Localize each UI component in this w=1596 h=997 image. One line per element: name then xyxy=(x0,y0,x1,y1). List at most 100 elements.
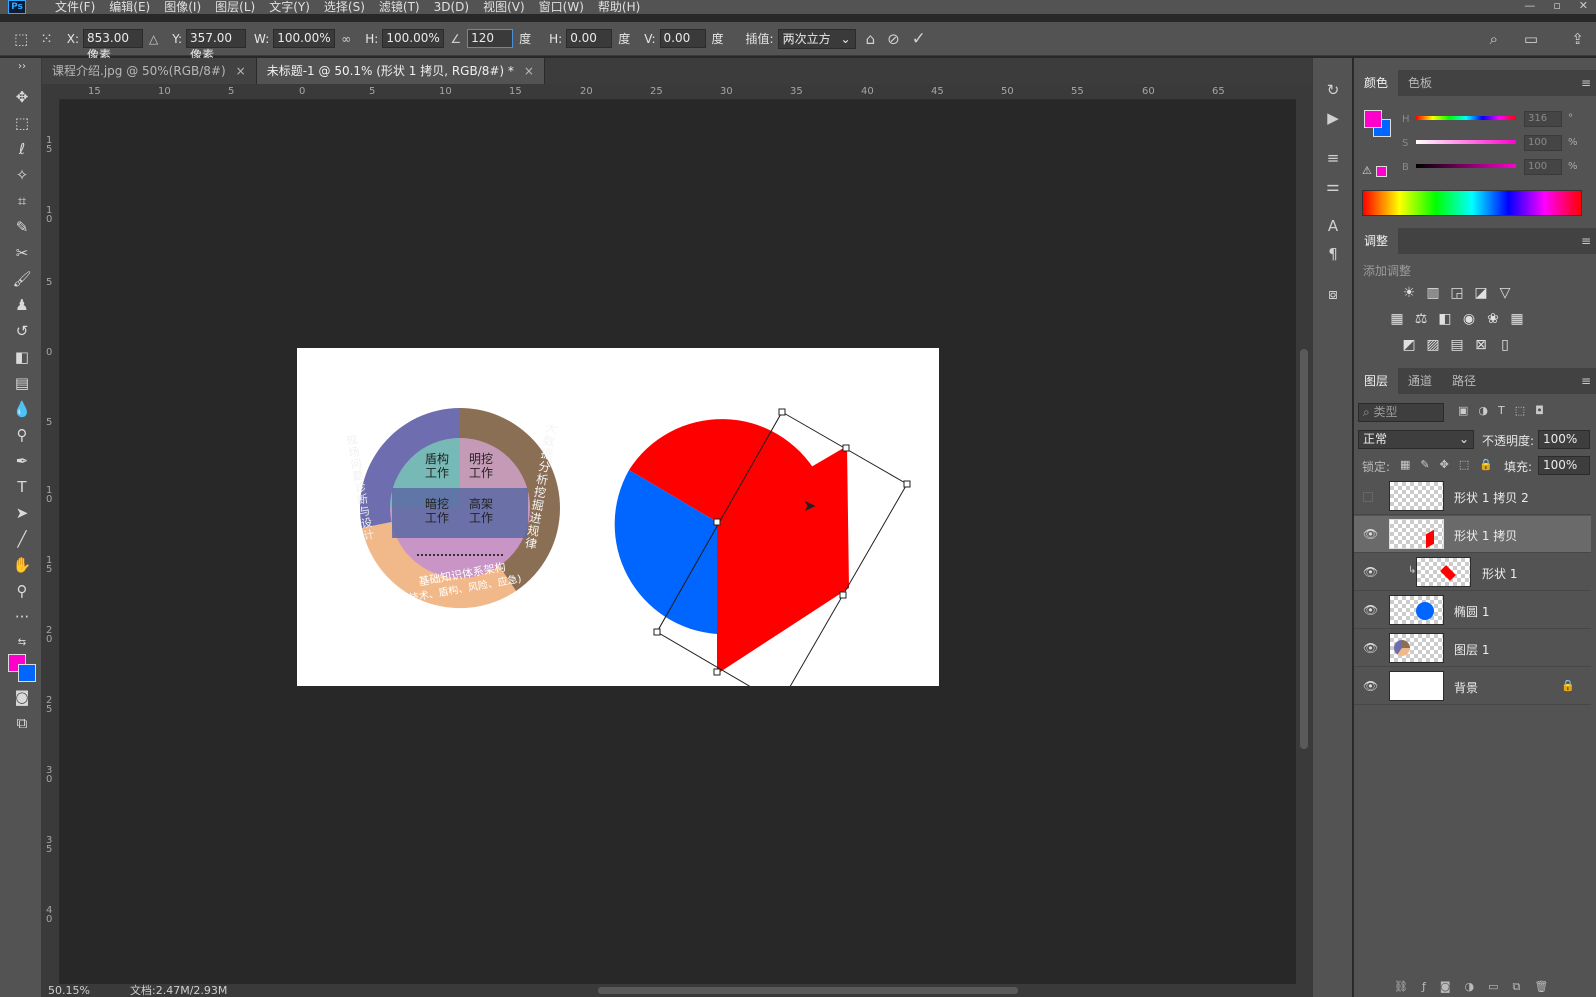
saturation-input[interactable]: 100 xyxy=(1524,135,1562,151)
menu-file[interactable]: 文件(F) xyxy=(48,0,102,14)
background-color-swatch[interactable] xyxy=(18,664,36,682)
line-tool-icon[interactable]: ╱ xyxy=(11,528,33,550)
marquee-tool-icon[interactable]: ⬚ xyxy=(11,112,33,134)
paragraph-icon[interactable]: ¶ xyxy=(1323,244,1343,264)
close-window-button[interactable]: ✕ xyxy=(1579,0,1588,12)
invert-icon[interactable]: ◩ xyxy=(1400,336,1418,354)
path-selection-tool-icon[interactable]: ➤ xyxy=(11,502,33,524)
hskew-input[interactable]: 0.00 xyxy=(566,29,613,48)
hand-tool-icon[interactable]: ✋ xyxy=(11,554,33,576)
brush-tool-icon[interactable]: 🖌 xyxy=(11,268,33,290)
saturation-slider[interactable] xyxy=(1416,140,1516,144)
reference-point-icon[interactable]: ⁙ xyxy=(40,30,53,48)
web-color-swatch[interactable] xyxy=(1376,166,1387,177)
angle-input[interactable]: 120 xyxy=(467,29,514,48)
menu-layer[interactable]: 图层(L) xyxy=(208,0,262,14)
eye-icon[interactable]: 👁 xyxy=(1363,527,1378,541)
panel-menu-icon[interactable]: ≡ xyxy=(1581,368,1591,394)
eyedropper-tool-icon[interactable]: ✎ xyxy=(11,216,33,238)
opacity-input[interactable]: 100% xyxy=(1538,430,1590,449)
healing-brush-tool-icon[interactable]: ✂ xyxy=(11,242,33,264)
menu-filter[interactable]: 滤镜(T) xyxy=(372,0,427,14)
workspace-icon[interactable]: ▭ xyxy=(1524,30,1538,48)
layer-row-shape1[interactable]: 👁 ↳ 形状 1 xyxy=(1354,554,1591,591)
quick-mask-icon[interactable]: ◙ xyxy=(11,686,33,708)
history-brush-tool-icon[interactable]: ↺ xyxy=(11,320,33,342)
photo-filter-icon[interactable]: ◉ xyxy=(1460,310,1478,328)
layer-filter-icons[interactable]: ▣◑T⬚◘ xyxy=(1458,404,1554,417)
character-icon[interactable]: A xyxy=(1323,216,1343,236)
crop-tool-icon[interactable]: ⌗ xyxy=(11,190,33,212)
exposure-icon[interactable]: ◪ xyxy=(1472,284,1490,302)
tab-swatches[interactable]: 色板 xyxy=(1398,70,1442,96)
shape-composition[interactable] xyxy=(614,408,911,708)
vertical-scrollbar[interactable] xyxy=(1296,84,1312,984)
eye-icon[interactable]: 👁 xyxy=(1363,679,1378,693)
warp-mode-icon[interactable]: ⌂ xyxy=(866,30,876,48)
interpolation-select[interactable]: 两次立方 ⌄ xyxy=(777,28,856,49)
tab-adjustments[interactable]: 调整 xyxy=(1354,228,1399,254)
menu-3d[interactable]: 3D(D) xyxy=(427,0,476,14)
vibrance-icon[interactable]: ▽ xyxy=(1496,284,1514,302)
commit-transform-icon[interactable]: ✓ xyxy=(912,29,926,49)
more-tools-icon[interactable]: ··· xyxy=(11,606,33,628)
horizontal-scrollbar-thumb[interactable] xyxy=(598,987,1018,994)
tab-untitled-1[interactable]: 未标题-1 @ 50.1% (形状 1 拷贝, RGB/8#) * × xyxy=(256,58,545,84)
eye-icon[interactable]: 👁 xyxy=(1363,603,1378,617)
layer-row-ellipse1[interactable]: 👁 椭圆 1 xyxy=(1354,592,1591,629)
tab-course-intro[interactable]: 课程介绍.jpg @ 50%(RGB/8#) × xyxy=(42,58,257,84)
layer-row-shape1-copy2[interactable]: 形状 1 拷贝 2 xyxy=(1354,478,1591,515)
tab-channels[interactable]: 通道 xyxy=(1398,368,1442,394)
magic-wand-tool-icon[interactable]: ✧ xyxy=(11,164,33,186)
layer-row-layer1[interactable]: 👁 图层 1 xyxy=(1354,630,1591,667)
actions-play-icon[interactable]: ▶ xyxy=(1323,108,1343,128)
search-icon[interactable]: ⌕ xyxy=(1490,30,1498,48)
history-icon[interactable]: ↻ xyxy=(1323,80,1343,100)
visibility-toggle[interactable] xyxy=(1363,492,1373,502)
dodge-tool-icon[interactable]: ⚲ xyxy=(11,424,33,446)
y-position-input[interactable]: 357.00 像素 xyxy=(186,29,247,62)
layer-row-shape1-copy[interactable]: 👁 形状 1 拷贝 xyxy=(1354,516,1591,553)
color-spectrum[interactable] xyxy=(1362,190,1582,216)
relative-position-icon[interactable]: △ xyxy=(149,32,158,46)
document-canvas[interactable]: 盾构 工作 明挖 工作 暗挖 工作 高架 工作 现场问题诊断与设计 大数据分析挖… xyxy=(297,348,939,708)
scrollbar-thumb[interactable] xyxy=(1300,349,1308,749)
x-position-input[interactable]: 853.00 像素 xyxy=(83,29,144,62)
3d-icon[interactable]: ⧇ xyxy=(1323,284,1343,304)
layer-name[interactable]: 形状 1 拷贝 xyxy=(1454,527,1517,544)
properties-icon[interactable]: ⚌ xyxy=(1323,176,1343,196)
pen-tool-icon[interactable]: ✒ xyxy=(11,450,33,472)
threshold-icon[interactable]: ▤ xyxy=(1448,336,1466,354)
tab-layers[interactable]: 图层 xyxy=(1354,368,1399,394)
eye-icon[interactable]: 👁 xyxy=(1363,641,1378,655)
swap-colors-icon[interactable]: ⇆ xyxy=(11,632,33,654)
posterize-icon[interactable]: ▨ xyxy=(1424,336,1442,354)
gradient-map-icon[interactable]: ▯ xyxy=(1496,336,1514,354)
clone-stamp-tool-icon[interactable]: ♟ xyxy=(11,294,33,316)
lasso-tool-icon[interactable]: ℓ xyxy=(11,138,33,160)
close-icon[interactable]: × xyxy=(524,58,534,84)
color-lookup-icon[interactable]: ▦ xyxy=(1508,310,1526,328)
close-icon[interactable]: × xyxy=(236,58,246,84)
minimize-button[interactable]: — xyxy=(1524,0,1535,12)
fill-input[interactable]: 100% xyxy=(1538,456,1590,475)
height-input[interactable]: 100.00% xyxy=(382,29,445,48)
type-tool-icon[interactable]: T xyxy=(11,476,33,498)
menu-view[interactable]: 视图(V) xyxy=(476,0,532,14)
selective-color-icon[interactable]: ⊠ xyxy=(1472,336,1490,354)
zoom-tool-icon[interactable]: ⚲ xyxy=(11,580,33,602)
screen-mode-icon[interactable]: ⧉ xyxy=(11,712,33,734)
layer-name[interactable]: 形状 1 xyxy=(1482,565,1517,582)
horizontal-ruler[interactable]: 15 10 5 0 5 10 15 20 25 30 35 40 45 50 5… xyxy=(60,84,1300,100)
layer-footer-icons[interactable]: ⛓ƒ◙◑▭⧉🗑 xyxy=(1394,980,1562,994)
hue-slider[interactable] xyxy=(1416,116,1516,120)
tab-paths[interactable]: 路径 xyxy=(1442,368,1486,394)
menu-window[interactable]: 窗口(W) xyxy=(532,0,591,14)
lock-icons[interactable]: ▦✎✥⬚🔒 xyxy=(1400,458,1503,471)
panel-menu-icon[interactable]: ≡ xyxy=(1581,228,1591,254)
color-balance-icon[interactable]: ⚖ xyxy=(1412,310,1430,328)
layer-row-background[interactable]: 👁 背景 🔒 xyxy=(1354,668,1591,705)
link-icon[interactable]: ∞ xyxy=(341,32,351,46)
gradient-tool-icon[interactable]: ▤ xyxy=(11,372,33,394)
layer-name[interactable]: 椭圆 1 xyxy=(1454,603,1489,620)
